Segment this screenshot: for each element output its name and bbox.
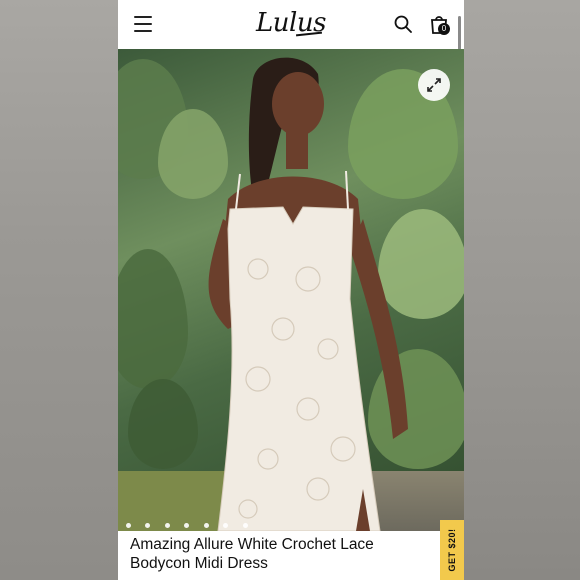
product-title-line2: Bodycon Midi Dress [130, 555, 268, 572]
product-image[interactable] [118, 49, 464, 531]
cart-count-badge: 0 [438, 23, 450, 35]
background-blur-left [0, 0, 118, 580]
carousel-dot[interactable] [242, 523, 248, 528]
hamburger-menu-icon[interactable] [134, 16, 152, 32]
carousel-indicators[interactable] [126, 515, 258, 528]
brand-logo[interactable]: Lulus [256, 6, 326, 40]
mobile-screen: Lulus 0 Amazing Allure White Crochet Lac… [118, 0, 464, 580]
fullscreen-expand-button[interactable] [418, 69, 450, 101]
carousel-dot[interactable] [126, 523, 131, 528]
product-title: Amazing Allure White Crochet Lace Bodyco… [130, 535, 430, 573]
background-blur-right [464, 0, 580, 580]
search-icon[interactable] [394, 15, 412, 33]
carousel-dot[interactable] [164, 523, 170, 528]
promo-label: GET $20! [447, 528, 457, 572]
carousel-dot[interactable] [203, 523, 209, 528]
top-nav: Lulus 0 [118, 0, 464, 50]
model-in-white-lace-dress [208, 57, 408, 531]
promo-tab[interactable]: GET $20! [440, 520, 464, 580]
expand-arrows-icon [427, 78, 441, 92]
scrollbar[interactable] [458, 16, 461, 50]
product-title-line1: Amazing Allure White Crochet Lace [130, 536, 374, 553]
